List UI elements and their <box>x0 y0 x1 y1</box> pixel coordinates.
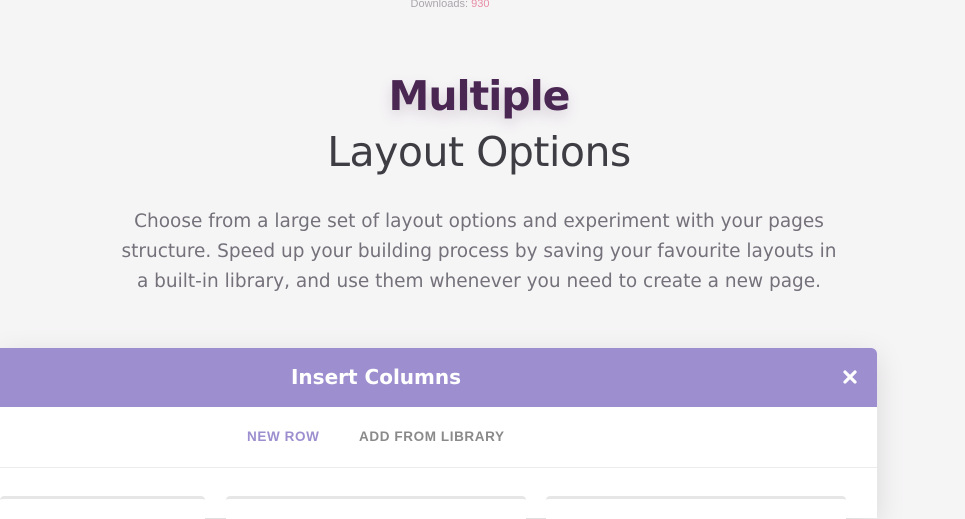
downloads-count: 930 <box>471 0 490 10</box>
tab-add-from-library[interactable]: ADD FROM LIBRARY <box>359 407 505 467</box>
modal-title: Insert Columns <box>290 365 462 389</box>
modal-header: Insert Columns <box>0 348 877 407</box>
hero-title-bold: Multiple <box>388 72 571 120</box>
tab-new-row[interactable]: NEW ROW <box>247 407 319 467</box>
close-icon[interactable] <box>835 362 865 392</box>
downloads-info: Downloads: 930 <box>0 0 900 10</box>
downloads-label: Downloads: <box>410 0 469 10</box>
layout-option-card[interactable] <box>226 496 526 519</box>
layout-option-card[interactable] <box>0 496 205 519</box>
layout-option-card[interactable] <box>546 496 846 519</box>
hero-description: Choose from a large set of layout option… <box>121 211 837 292</box>
insert-columns-modal: Insert Columns NEW ROW ADD FROM LIBRARY <box>0 348 877 519</box>
hero-title-light: Layout Options <box>327 128 631 176</box>
modal-tabs: NEW ROW ADD FROM LIBRARY <box>0 407 877 468</box>
